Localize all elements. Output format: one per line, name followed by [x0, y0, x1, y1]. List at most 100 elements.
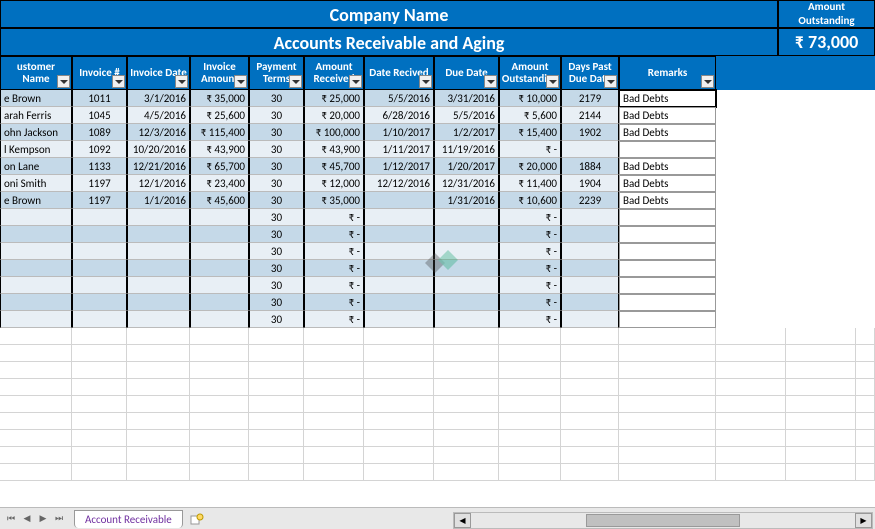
empty-cell[interactable] — [856, 447, 875, 464]
cell-out[interactable]: ₹ - — [499, 141, 561, 158]
empty-cell[interactable] — [561, 362, 619, 379]
empty-cell[interactable] — [619, 464, 716, 481]
cell-due[interactable]: 5/5/2016 — [434, 107, 499, 124]
cell-inv[interactable]: 1011 — [72, 90, 127, 107]
cell-name[interactable]: e Brown — [0, 192, 72, 209]
cell-iamt[interactable]: ₹ 25,600 — [190, 107, 249, 124]
empty-cell[interactable] — [434, 379, 499, 396]
filter-dropdown-icon[interactable] — [484, 75, 497, 88]
cell-out[interactable]: ₹ - — [499, 311, 561, 328]
empty-cell[interactable] — [786, 447, 856, 464]
filter-dropdown-icon[interactable] — [289, 75, 302, 88]
empty-cell[interactable] — [856, 413, 875, 430]
filter-dropdown-icon[interactable] — [234, 75, 247, 88]
cell-inv[interactable] — [72, 277, 127, 294]
cell-days[interactable] — [561, 260, 619, 277]
cell-due[interactable] — [434, 277, 499, 294]
empty-cell[interactable] — [619, 379, 716, 396]
cell-name[interactable] — [0, 277, 72, 294]
cell-rem[interactable]: Bad Debts — [619, 124, 716, 141]
cell-inv[interactable] — [72, 209, 127, 226]
empty-cell[interactable] — [127, 328, 190, 345]
cell-inv[interactable]: 1089 — [72, 124, 127, 141]
cell-inv[interactable]: 1045 — [72, 107, 127, 124]
scroll-left-icon[interactable]: ◀ — [454, 513, 471, 528]
empty-cell[interactable] — [619, 362, 716, 379]
table-row[interactable]: 30₹ -₹ - — [0, 311, 875, 328]
empty-cell[interactable] — [190, 430, 249, 447]
filter-dropdown-icon[interactable] — [604, 75, 617, 88]
empty-grid[interactable] — [0, 328, 875, 481]
filter-dropdown-icon[interactable] — [701, 75, 714, 88]
empty-cell[interactable] — [190, 413, 249, 430]
cell-out[interactable]: ₹ 10,000 — [499, 90, 561, 107]
empty-cell[interactable] — [786, 396, 856, 413]
empty-cell[interactable] — [249, 447, 304, 464]
empty-cell[interactable] — [434, 430, 499, 447]
cell-name[interactable] — [0, 243, 72, 260]
filter-dropdown-icon[interactable] — [546, 75, 559, 88]
table-row[interactable]: 30₹ -₹ - — [0, 209, 875, 226]
cell-rem[interactable] — [619, 277, 716, 294]
column-header[interactable]: Amount Received — [304, 56, 364, 90]
empty-cell[interactable] — [561, 379, 619, 396]
cell-arec[interactable]: ₹ 35,000 — [304, 192, 364, 209]
cell-rem[interactable] — [619, 311, 716, 328]
cell-due[interactable]: 12/31/2016 — [434, 175, 499, 192]
empty-cell[interactable] — [434, 328, 499, 345]
empty-cell[interactable] — [127, 379, 190, 396]
empty-cell[interactable] — [364, 396, 434, 413]
cell-terms[interactable]: 30 — [249, 277, 304, 294]
cell-drec[interactable]: 1/11/2017 — [364, 141, 434, 158]
cell-name[interactable] — [0, 294, 72, 311]
empty-cell[interactable] — [561, 430, 619, 447]
cell-name[interactable] — [0, 311, 72, 328]
empty-cell[interactable] — [72, 430, 127, 447]
cell-name[interactable] — [0, 226, 72, 243]
cell-idate[interactable] — [127, 311, 190, 328]
cell-inv[interactable] — [72, 226, 127, 243]
empty-cell[interactable] — [304, 362, 364, 379]
table-row[interactable]: 30₹ -₹ - — [0, 226, 875, 243]
empty-cell[interactable] — [72, 447, 127, 464]
cell-arec[interactable]: ₹ - — [304, 294, 364, 311]
cell-arec[interactable]: ₹ 25,000 — [304, 90, 364, 107]
cell-due[interactable] — [434, 294, 499, 311]
empty-cell[interactable] — [561, 328, 619, 345]
column-header[interactable]: Invoice Amount — [190, 56, 249, 90]
empty-cell[interactable] — [249, 430, 304, 447]
cell-out[interactable]: ₹ - — [499, 209, 561, 226]
empty-cell[interactable] — [561, 396, 619, 413]
empty-cell[interactable] — [0, 396, 72, 413]
empty-cell[interactable] — [619, 328, 716, 345]
cell-arec[interactable]: ₹ - — [304, 277, 364, 294]
cell-days[interactable] — [561, 209, 619, 226]
cell-idate[interactable]: 12/1/2016 — [127, 175, 190, 192]
empty-cell[interactable] — [499, 464, 561, 481]
cell-inv[interactable] — [72, 294, 127, 311]
cell-due[interactable]: 3/31/2016 — [434, 90, 499, 107]
cell-drec[interactable]: 1/10/2017 — [364, 124, 434, 141]
empty-cell[interactable] — [856, 362, 875, 379]
empty-cell[interactable] — [499, 345, 561, 362]
cell-inv[interactable] — [72, 260, 127, 277]
cell-out[interactable]: ₹ 5,600 — [499, 107, 561, 124]
cell-out[interactable]: ₹ 20,000 — [499, 158, 561, 175]
empty-cell[interactable] — [364, 413, 434, 430]
cell-iamt[interactable]: ₹ 23,400 — [190, 175, 249, 192]
empty-cell[interactable] — [619, 413, 716, 430]
table-row[interactable]: on Lane113312/21/2016₹ 65,70030₹ 45,7001… — [0, 158, 875, 175]
cell-drec[interactable]: 1/12/2017 — [364, 158, 434, 175]
empty-cell[interactable] — [0, 362, 72, 379]
table-row[interactable]: e Brown10113/1/2016₹ 35,00030₹ 25,0005/5… — [0, 90, 875, 107]
empty-cell[interactable] — [434, 447, 499, 464]
cell-rem[interactable] — [619, 260, 716, 277]
cell-drec[interactable] — [364, 209, 434, 226]
cell-due[interactable] — [434, 226, 499, 243]
empty-cell[interactable] — [190, 379, 249, 396]
cell-out[interactable]: ₹ - — [499, 294, 561, 311]
cell-rem[interactable] — [619, 294, 716, 311]
cell-days[interactable] — [561, 277, 619, 294]
empty-cell[interactable] — [434, 362, 499, 379]
cell-name[interactable]: on Lane — [0, 158, 72, 175]
